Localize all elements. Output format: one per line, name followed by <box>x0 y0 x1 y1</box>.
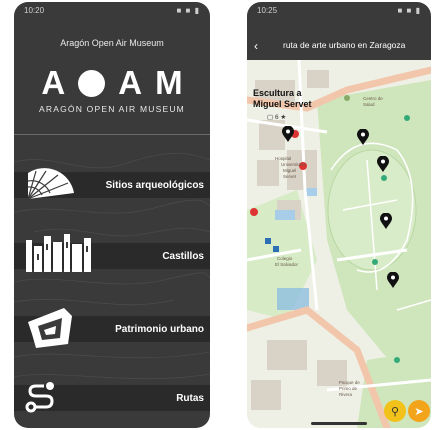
svg-text:Salud: Salud <box>363 102 375 107</box>
map-screen: Hospital Universitario Miguel Servet Col… <box>247 2 431 428</box>
logo-subtitle: ARAGÓN OPEN AIR MUSEUM <box>39 104 185 114</box>
logo-letter-m: M <box>155 64 183 101</box>
map-marker-icon[interactable] <box>387 272 399 288</box>
svg-text:Universitario: Universitario <box>281 162 307 167</box>
map-title: ruta de arte urbano en Zaragoza <box>283 40 406 50</box>
castle-icon <box>26 234 91 272</box>
back-button[interactable]: ‹ <box>254 40 258 52</box>
svg-text:Centro de: Centro de <box>363 96 383 101</box>
svg-text:Miguel: Miguel <box>283 168 296 173</box>
home-indicator <box>311 422 367 425</box>
map-marker-icon[interactable] <box>282 126 294 142</box>
map-marker-icon[interactable] <box>377 156 389 172</box>
menu-label: Sitios arqueológicos <box>105 179 204 191</box>
status-icons: ■ ■ ▮ <box>176 5 200 15</box>
search-button[interactable]: ⚲ <box>384 400 406 422</box>
map-header: 10:25 ■ ■ ▮ ‹ ruta de arte urbano en Zar… <box>247 2 431 60</box>
svg-text:Primo de: Primo de <box>339 386 358 391</box>
status-icons: ■ ■ ▮ <box>397 5 421 15</box>
status-time: 10:20 <box>24 5 45 15</box>
svg-text:Colegio: Colegio <box>277 256 293 261</box>
museum-home-screen: 10:20 ■ ■ ▮ Aragón Open Air Museum A A M… <box>14 2 210 428</box>
navigation-arrow-icon: ➤ <box>414 405 424 418</box>
archaeology-icon <box>27 168 74 200</box>
map-marker-icon[interactable] <box>357 129 369 145</box>
logo-letter-a: A <box>41 64 66 101</box>
header-divider <box>14 134 210 135</box>
search-icon: ⚲ <box>390 405 400 418</box>
svg-text:El Salvador: El Salvador <box>275 262 299 267</box>
menu-label: Rutas <box>176 392 204 404</box>
poi-title-line1: Escultura a <box>253 88 302 98</box>
svg-text:Rivera: Rivera <box>339 392 353 397</box>
poi-meta: ▢ 6 ★ <box>267 114 287 121</box>
svg-text:Parque de: Parque de <box>339 380 360 385</box>
locate-button[interactable]: ➤ <box>408 400 430 422</box>
menu-label: Patrimonio urbano <box>115 323 204 335</box>
svg-text:Hospital: Hospital <box>275 156 291 161</box>
status-bar: 10:20 ■ ■ ▮ <box>14 2 210 18</box>
poi-title-line2: Miguel Servet <box>253 99 312 109</box>
status-time: 10:25 <box>257 5 278 15</box>
map-marker-icon[interactable] <box>380 213 392 229</box>
logo-letter-a2: A <box>118 64 143 101</box>
status-bar: 10:25 ■ ■ ▮ <box>247 2 431 18</box>
app-title: Aragón Open Air Museum <box>60 38 164 48</box>
route-icon <box>25 382 54 413</box>
svg-text:Servet: Servet <box>283 174 297 179</box>
logo-circle <box>78 69 106 97</box>
menu-label: Castillos <box>162 250 204 262</box>
poi-title[interactable]: Escultura a Miguel Servet <box>253 88 312 110</box>
aoam-logo: A A M <box>14 66 210 100</box>
urban-heritage-icon <box>28 308 72 348</box>
